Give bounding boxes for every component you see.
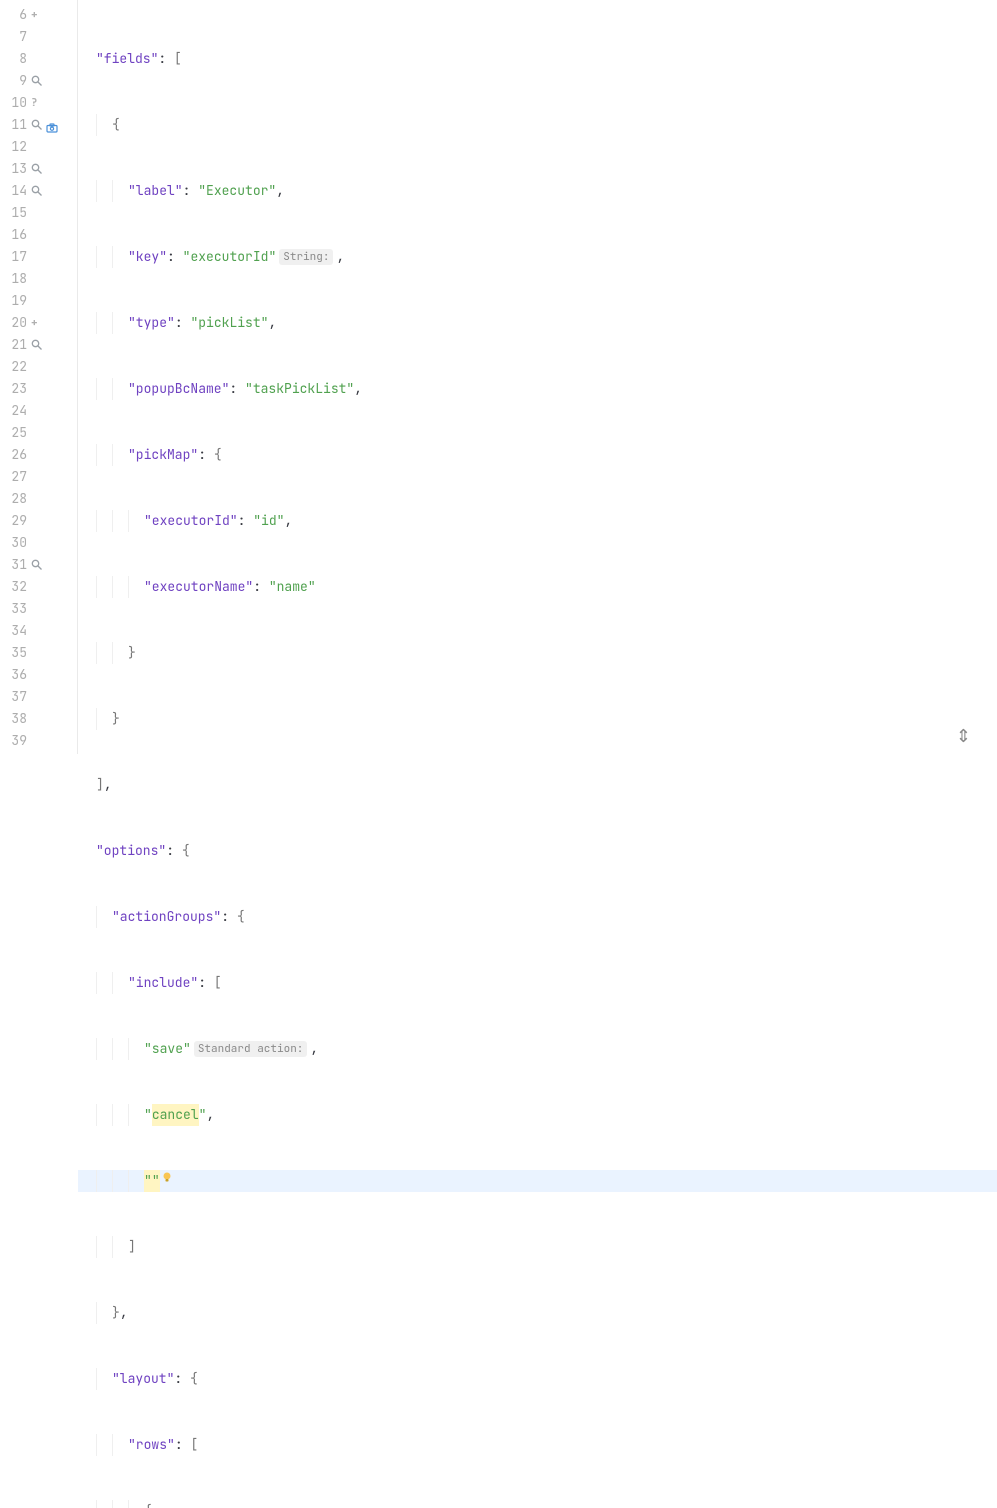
code-line[interactable]: }, (78, 1302, 997, 1324)
line-number: 9 (7, 70, 27, 92)
gutter: 6+ 7 8 9 10? 11 12 13 14 15 16 17 18 19 … (0, 0, 78, 754)
add-icon[interactable]: + (31, 4, 38, 26)
line-number: 26 (7, 444, 27, 466)
line-number: 28 (7, 488, 27, 510)
find-usages-icon[interactable] (31, 339, 43, 351)
line-number: 31 (7, 554, 27, 576)
code-line[interactable]: "actionGroups": { (78, 906, 997, 928)
code-line[interactable]: } (78, 708, 997, 730)
line-number: 27 (7, 466, 27, 488)
line-number: 39 (7, 730, 27, 752)
code-line[interactable]: "executorName": "name" (78, 576, 997, 598)
code-line[interactable]: "popupBcName": "taskPickList", (78, 378, 997, 400)
line-number: 16 (7, 224, 27, 246)
find-usages-icon[interactable] (31, 559, 43, 571)
line-number: 11 (7, 114, 27, 136)
line-number: 7 (7, 26, 27, 48)
find-usages-icon[interactable] (31, 185, 43, 197)
add-icon[interactable]: + (31, 312, 38, 334)
code-editor[interactable]: 6+ 7 8 9 10? 11 12 13 14 15 16 17 18 19 … (0, 0, 997, 754)
line-number: 35 (7, 642, 27, 664)
line-number: 15 (7, 202, 27, 224)
code-line[interactable]: "options": { (78, 840, 997, 862)
code-line[interactable]: "pickMap": { (78, 444, 997, 466)
help-icon[interactable]: ? (31, 92, 38, 114)
find-usages-icon[interactable] (31, 163, 43, 175)
inlay-hint: Standard action: (194, 1041, 308, 1057)
line-number: 36 (7, 664, 27, 686)
code-line[interactable]: ], (78, 774, 997, 796)
code-area[interactable]: "fields": [ { "label": "Executor", "key"… (78, 0, 997, 754)
line-number: 18 (7, 268, 27, 290)
line-number: 25 (7, 422, 27, 444)
line-number: 32 (7, 576, 27, 598)
code-line[interactable]: "save"Standard action:, (78, 1038, 997, 1060)
find-usages-icon[interactable] (31, 119, 43, 131)
line-number: 33 (7, 598, 27, 620)
line-number: 22 (7, 356, 27, 378)
code-line[interactable]: "label": "Executor", (78, 180, 997, 202)
line-number: 10 (7, 92, 27, 114)
code-line[interactable]: "executorId": "id", (78, 510, 997, 532)
line-number: 38 (7, 708, 27, 730)
code-line[interactable]: { (78, 114, 997, 136)
code-line[interactable]: "type": "pickList", (78, 312, 997, 334)
line-number: 23 (7, 378, 27, 400)
code-line[interactable]: ] (78, 1236, 997, 1258)
resize-cursor-icon: ⇕ (956, 726, 971, 748)
line-number: 14 (7, 180, 27, 202)
screenshot-icon[interactable] (46, 119, 58, 131)
find-usages-icon[interactable] (31, 75, 43, 87)
line-number: 30 (7, 532, 27, 554)
code-line[interactable]: "include": [ (78, 972, 997, 994)
intention-bulb-icon[interactable] (160, 1170, 174, 1184)
line-number: 19 (7, 290, 27, 312)
line-number: 24 (7, 400, 27, 422)
code-line[interactable]: "cancel", (78, 1104, 997, 1126)
line-number: 12 (7, 136, 27, 158)
code-line[interactable]: "fields": [ (78, 48, 997, 70)
code-line[interactable]: "layout": { (78, 1368, 997, 1390)
code-line-current[interactable]: "" (78, 1170, 997, 1192)
code-line[interactable]: "key": "executorId"String:, (78, 246, 997, 268)
line-number: 6 (7, 4, 27, 26)
line-number: 13 (7, 158, 27, 180)
code-line[interactable]: } (78, 642, 997, 664)
line-number: 8 (7, 48, 27, 70)
inlay-hint: String: (279, 249, 333, 265)
gutter-row: 6+ (0, 4, 77, 26)
line-number: 29 (7, 510, 27, 532)
line-number: 34 (7, 620, 27, 642)
code-line[interactable]: "rows": [ (78, 1434, 997, 1456)
line-number: 37 (7, 686, 27, 708)
line-number: 17 (7, 246, 27, 268)
line-number: 20 (7, 312, 27, 334)
line-number: 21 (7, 334, 27, 356)
code-line[interactable]: { (78, 1500, 997, 1508)
